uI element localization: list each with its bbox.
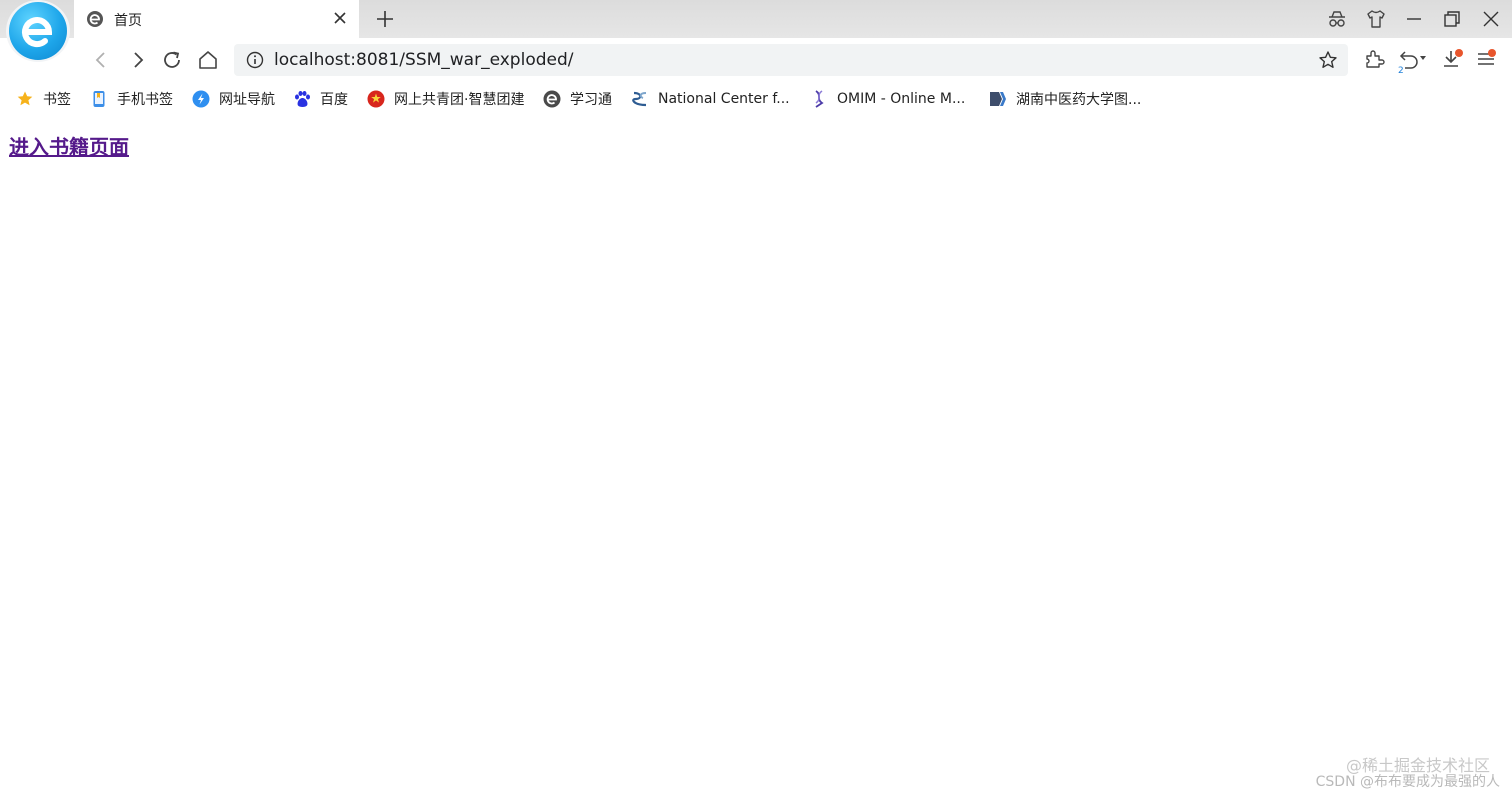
tab-favicon-icon xyxy=(87,11,103,27)
bookmark-star-icon[interactable] xyxy=(1318,50,1338,70)
home-icon[interactable] xyxy=(196,48,220,72)
bookmark-item[interactable]: OMIM - Online M... xyxy=(810,89,965,109)
baidu-paw-icon xyxy=(295,91,310,107)
bookmark-item[interactable]: 网址导航 xyxy=(192,89,275,109)
menu-notification-dot xyxy=(1488,49,1496,57)
tab-strip: 首页 xyxy=(0,0,1512,62)
watermark-csdn: CSDN @布布要成为最强的人 xyxy=(1315,774,1500,790)
extensions-icon[interactable] xyxy=(1362,47,1386,71)
reload-icon[interactable] xyxy=(160,48,184,72)
forward-icon[interactable] xyxy=(126,48,150,72)
site-info-icon[interactable] xyxy=(246,51,264,69)
back-icon[interactable] xyxy=(89,48,113,72)
download-notification-dot xyxy=(1455,49,1463,57)
navigation-icon xyxy=(192,90,210,108)
star-icon xyxy=(17,91,33,106)
phone-bookmark-icon xyxy=(93,91,105,107)
bookmarks-bar: 书签 手机书签 网址导航 百度 网上共青团·智慧团建 学习通 National … xyxy=(0,82,1512,116)
bookmark-item[interactable]: 学习通 xyxy=(543,89,612,109)
browser-logo-icon[interactable] xyxy=(6,0,70,62)
url-text[interactable]: localhost:8081/SSM_war_exploded/ xyxy=(274,50,574,70)
incognito-icon[interactable] xyxy=(1326,8,1348,30)
omim-icon xyxy=(815,90,824,108)
active-tab[interactable]: 首页 xyxy=(74,0,359,38)
youth-league-icon xyxy=(367,90,385,108)
bookmark-item[interactable]: 湖南中医药大学图... xyxy=(989,89,1141,109)
close-window-icon[interactable] xyxy=(1480,8,1502,30)
new-tab-icon[interactable] xyxy=(374,8,396,30)
address-bar[interactable]: localhost:8081/SSM_war_exploded/ xyxy=(234,44,1348,76)
bookmark-item[interactable]: 网上共青团·智慧团建 xyxy=(367,89,524,109)
history-badge: 2 xyxy=(1398,66,1404,76)
tab-title: 首页 xyxy=(114,13,142,29)
library-icon xyxy=(990,92,1006,106)
bookmark-item[interactable]: 书签 xyxy=(16,89,71,109)
xuexitong-icon xyxy=(543,90,561,108)
navigation-bar: localhost:8081/SSM_war_exploded/ 2 xyxy=(0,38,1512,82)
enter-books-page-link[interactable]: 进入书籍页面 xyxy=(9,131,129,160)
minimize-icon[interactable] xyxy=(1403,8,1425,30)
tab-close-icon[interactable] xyxy=(331,9,349,27)
bookmark-item[interactable]: 百度 xyxy=(293,89,348,109)
skin-shirt-icon[interactable] xyxy=(1365,8,1387,30)
bookmark-item[interactable]: 手机书签 xyxy=(90,89,173,109)
restore-icon[interactable] xyxy=(1441,8,1463,30)
bookmark-item[interactable]: National Center f... xyxy=(631,89,790,109)
ncbi-icon xyxy=(632,91,647,107)
